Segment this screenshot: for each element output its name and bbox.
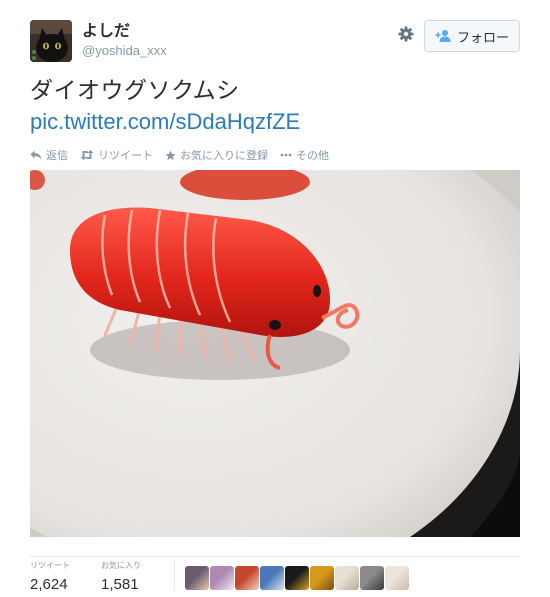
- favoriter-avatar[interactable]: [260, 566, 284, 590]
- retweet-button[interactable]: リツイート: [80, 147, 153, 163]
- star-icon: [165, 149, 176, 160]
- tweet-media-link[interactable]: pic.twitter.com/sDdaHqzfZE: [30, 108, 300, 136]
- favorite-label: お気に入りに登録: [180, 150, 268, 162]
- gear-icon[interactable]: [396, 24, 416, 44]
- retweet-label: リツイート: [98, 150, 153, 162]
- screen-name[interactable]: @yoshida_xxx: [82, 42, 167, 60]
- stats-divider: [30, 556, 520, 557]
- favorite-button[interactable]: お気に入りに登録: [165, 147, 268, 163]
- reply-icon: [30, 150, 42, 160]
- favoriter-avatar[interactable]: [210, 566, 234, 590]
- isopod-sushi-photo: [30, 170, 520, 537]
- retweet-count: 2,624: [30, 576, 68, 593]
- add-user-icon: [435, 30, 451, 42]
- reply-button[interactable]: 返信: [30, 147, 68, 163]
- user-names[interactable]: よしだ @yoshida_xxx: [82, 22, 167, 60]
- favorite-count: 1,581: [101, 576, 139, 593]
- retweet-stat-label: リツイート: [30, 561, 70, 570]
- tweet-header: よしだ @yoshida_xxx フォロー: [30, 20, 520, 64]
- display-name[interactable]: よしだ: [82, 22, 167, 42]
- retweet-icon: [80, 150, 94, 160]
- avatar[interactable]: [30, 20, 72, 62]
- tweet-photo[interactable]: [30, 170, 520, 537]
- favorite-stat[interactable]: お気に入り 1,581: [101, 560, 141, 594]
- favoriter-avatar[interactable]: [185, 566, 209, 590]
- favoriter-avatar[interactable]: [385, 566, 409, 590]
- favoriter-avatar[interactable]: [310, 566, 334, 590]
- retweet-stat[interactable]: リツイート 2,624: [30, 560, 70, 594]
- favoriter-avatar[interactable]: [360, 566, 384, 590]
- cat-avatar-icon: [30, 20, 72, 62]
- follow-button-label: フォロー: [456, 29, 509, 45]
- favoriter-avatars: [185, 566, 409, 590]
- favorite-stat-label: お気に入り: [101, 561, 141, 570]
- tweet-text: ダイオウグソクムシ: [30, 77, 240, 103]
- tweet-actions: 返信 リツイート お気に入りに登録 その他: [30, 147, 341, 163]
- reply-label: 返信: [46, 150, 68, 162]
- more-label: その他: [296, 150, 329, 162]
- favoriter-avatar[interactable]: [235, 566, 259, 590]
- follow-button[interactable]: フォロー: [424, 20, 520, 52]
- favoriter-avatar[interactable]: [335, 566, 359, 590]
- favoriter-avatar[interactable]: [285, 566, 309, 590]
- more-icon: [280, 153, 292, 157]
- more-button[interactable]: その他: [280, 147, 329, 163]
- stats-separator: [174, 560, 175, 590]
